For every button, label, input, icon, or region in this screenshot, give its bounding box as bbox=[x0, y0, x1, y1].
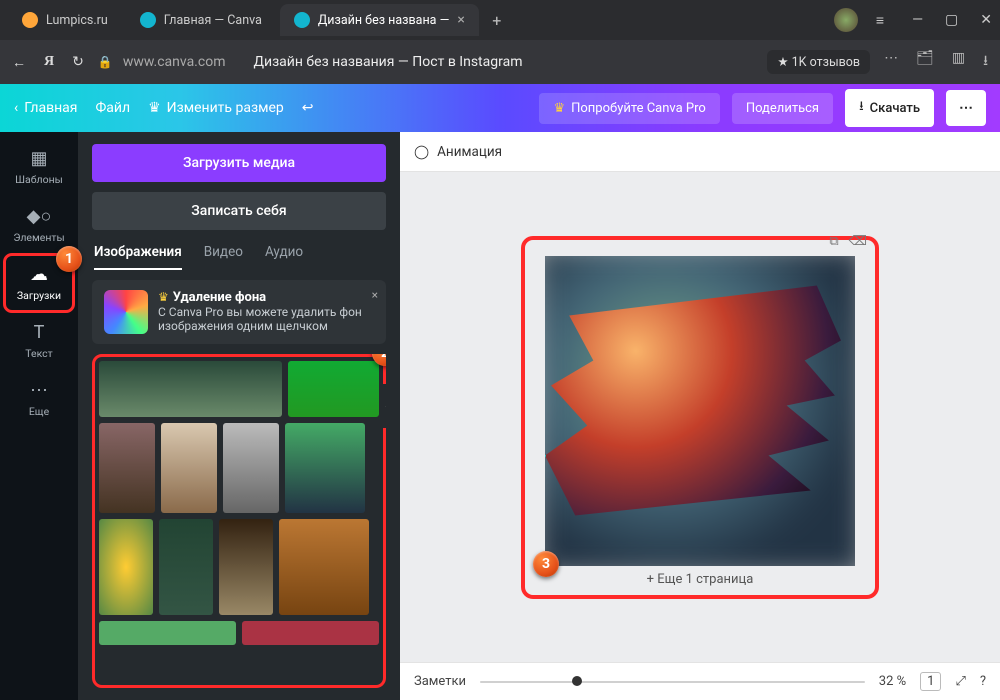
upload-thumb[interactable] bbox=[99, 361, 282, 417]
tab-images[interactable]: Изображения bbox=[94, 244, 182, 270]
profile-avatar[interactable] bbox=[834, 8, 858, 32]
file-menu[interactable]: Файл bbox=[95, 100, 130, 116]
home-link[interactable]: ‹Главная bbox=[14, 100, 77, 116]
canva-topbar: ‹Главная Файл ♛Изменить размер ↩ ♛Попроб… bbox=[0, 84, 1000, 132]
share-button[interactable]: Поделиться bbox=[732, 93, 833, 124]
nav-templates[interactable]: ▦Шаблоны bbox=[6, 140, 72, 194]
animation-button[interactable]: Анимация bbox=[437, 144, 502, 160]
nav-more[interactable]: ⋯Еще bbox=[6, 372, 72, 426]
favicon-icon bbox=[294, 12, 310, 28]
download-icon[interactable]: ⭳ bbox=[983, 50, 988, 74]
favicon-icon bbox=[22, 12, 38, 28]
back-button[interactable]: ← bbox=[12, 54, 26, 71]
minimize-button[interactable]: — bbox=[912, 12, 923, 28]
brush-image-element[interactable] bbox=[545, 276, 847, 526]
nav-elements[interactable]: ◆○Элементы bbox=[6, 198, 72, 252]
upload-thumb[interactable] bbox=[242, 621, 379, 645]
yandex-icon[interactable]: Я bbox=[44, 54, 54, 71]
close-window-button[interactable]: ✕ bbox=[980, 12, 992, 28]
reviews-badge[interactable]: ★ 1K отзывов bbox=[767, 50, 870, 74]
download-button[interactable]: ⭳Скачать bbox=[845, 89, 934, 127]
crown-icon: ♛ bbox=[158, 290, 169, 304]
duplicate-page-icon[interactable]: ⧉ bbox=[829, 234, 838, 249]
cloud-upload-icon: ☁ bbox=[30, 264, 48, 285]
browser-tab[interactable]: Главная — Canva bbox=[126, 4, 276, 36]
crown-icon: ♛ bbox=[148, 100, 161, 116]
try-pro-button[interactable]: ♛Попробуйте Canva Pro bbox=[539, 93, 719, 124]
upload-thumb[interactable] bbox=[279, 519, 369, 615]
crown-icon: ♛ bbox=[553, 101, 565, 116]
more-button[interactable]: ⋯ bbox=[946, 90, 986, 126]
nav-text[interactable]: TТекст bbox=[6, 314, 72, 368]
promo-desc: С Canva Pro вы можете удалить фон изобра… bbox=[158, 305, 374, 333]
templates-icon: ▦ bbox=[30, 148, 47, 169]
browser-tab-active[interactable]: Дизайн без названа — × bbox=[280, 4, 479, 36]
elements-icon: ◆○ bbox=[27, 206, 52, 227]
favicon-icon bbox=[140, 12, 156, 28]
new-tab-button[interactable]: + bbox=[483, 6, 511, 34]
reload-button[interactable]: ↻ bbox=[72, 54, 84, 71]
design-page[interactable] bbox=[545, 256, 855, 566]
upload-thumb[interactable] bbox=[161, 423, 217, 513]
canvas-toolbar: ◯ Анимация bbox=[400, 132, 1000, 172]
promo-title: Удаление фона bbox=[173, 290, 266, 305]
url-host[interactable]: www.canva.com bbox=[123, 54, 226, 70]
close-icon[interactable]: × bbox=[457, 12, 464, 28]
upload-thumb[interactable] bbox=[159, 519, 213, 615]
tab-label: Lumpics.ru bbox=[46, 13, 108, 28]
promo-thumb bbox=[104, 290, 148, 334]
page-count-button[interactable]: 1 bbox=[920, 672, 941, 691]
uploaded-images-gallery bbox=[92, 354, 386, 688]
collapse-panel-handle[interactable]: ◂ bbox=[380, 384, 386, 428]
add-page-button[interactable]: + Еще 1 страница bbox=[545, 572, 855, 587]
bookmark-icon[interactable]: 🗂 bbox=[916, 50, 934, 74]
zoom-value: 32 % bbox=[879, 674, 906, 689]
tab-video[interactable]: Видео bbox=[204, 244, 243, 270]
tab-audio[interactable]: Аудио bbox=[265, 244, 303, 270]
browser-tab[interactable]: Lumpics.ru bbox=[8, 4, 122, 36]
page-title: Дизайн без названия — Пост в Instagram bbox=[253, 54, 522, 70]
collections-icon[interactable]: ▥ bbox=[952, 50, 965, 74]
extension-icon[interactable]: ⋯ bbox=[884, 50, 898, 74]
annotation-marker-1: 1 bbox=[56, 246, 82, 272]
lock-icon: 🔒 bbox=[98, 55, 113, 69]
upload-thumb[interactable] bbox=[223, 423, 279, 513]
upload-thumb[interactable] bbox=[99, 423, 155, 513]
menu-icon[interactable]: ≡ bbox=[876, 12, 884, 29]
upload-thumb[interactable] bbox=[99, 519, 153, 615]
help-icon[interactable]: ? bbox=[980, 674, 986, 689]
annotation-marker-3: 3 bbox=[533, 551, 559, 577]
notes-button[interactable]: Заметки bbox=[414, 674, 466, 689]
canvas-bottom-bar: Заметки 32 % 1 ⤢ ? bbox=[400, 662, 1000, 700]
animation-icon: ◯ bbox=[414, 144, 429, 160]
upload-thumb[interactable] bbox=[219, 519, 273, 615]
undo-button[interactable]: ↩ bbox=[302, 100, 314, 116]
tab-label: Дизайн без названа — bbox=[318, 13, 449, 28]
download-icon: ⭳ bbox=[859, 97, 864, 119]
upload-media-button[interactable]: Загрузить медиа bbox=[92, 144, 386, 182]
upload-thumb[interactable] bbox=[99, 621, 236, 645]
remove-bg-promo[interactable]: ♛ Удаление фона С Canva Pro вы можете уда… bbox=[92, 280, 386, 344]
tab-label: Главная — Canva bbox=[164, 13, 262, 28]
browser-titlebar: Lumpics.ru Главная — Canva Дизайн без на… bbox=[0, 0, 1000, 40]
record-yourself-button[interactable]: Записать себя bbox=[92, 192, 386, 230]
browser-addressbar: ← Я ↻ 🔒 www.canva.com Дизайн без названи… bbox=[0, 40, 1000, 84]
side-nav: ▦Шаблоны ◆○Элементы ☁Загрузки 1 TТекст ⋯… bbox=[0, 132, 78, 700]
upload-thumb[interactable] bbox=[288, 361, 379, 417]
resize-menu[interactable]: ♛Изменить размер bbox=[148, 100, 284, 116]
text-icon: T bbox=[34, 322, 45, 343]
maximize-button[interactable]: ▢ bbox=[945, 12, 958, 28]
media-tabs: Изображения Видео Аудио bbox=[92, 240, 386, 270]
chevron-left-icon: ‹ bbox=[14, 100, 18, 116]
delete-page-icon[interactable]: ⌫ bbox=[849, 234, 867, 249]
close-icon[interactable]: × bbox=[372, 288, 378, 302]
upload-thumb[interactable] bbox=[285, 423, 365, 513]
zoom-slider[interactable] bbox=[480, 680, 865, 684]
canvas-area: ◯ Анимация ⧉ ⌫ 3 + Еще 1 страница Заметк… bbox=[400, 132, 1000, 700]
canvas-frame: ⧉ ⌫ 3 + Еще 1 страница bbox=[521, 236, 879, 599]
more-icon: ⋯ bbox=[30, 380, 48, 401]
fullscreen-icon[interactable]: ⤢ bbox=[955, 674, 965, 689]
uploads-panel: Загрузить медиа Записать себя Изображени… bbox=[78, 132, 400, 700]
